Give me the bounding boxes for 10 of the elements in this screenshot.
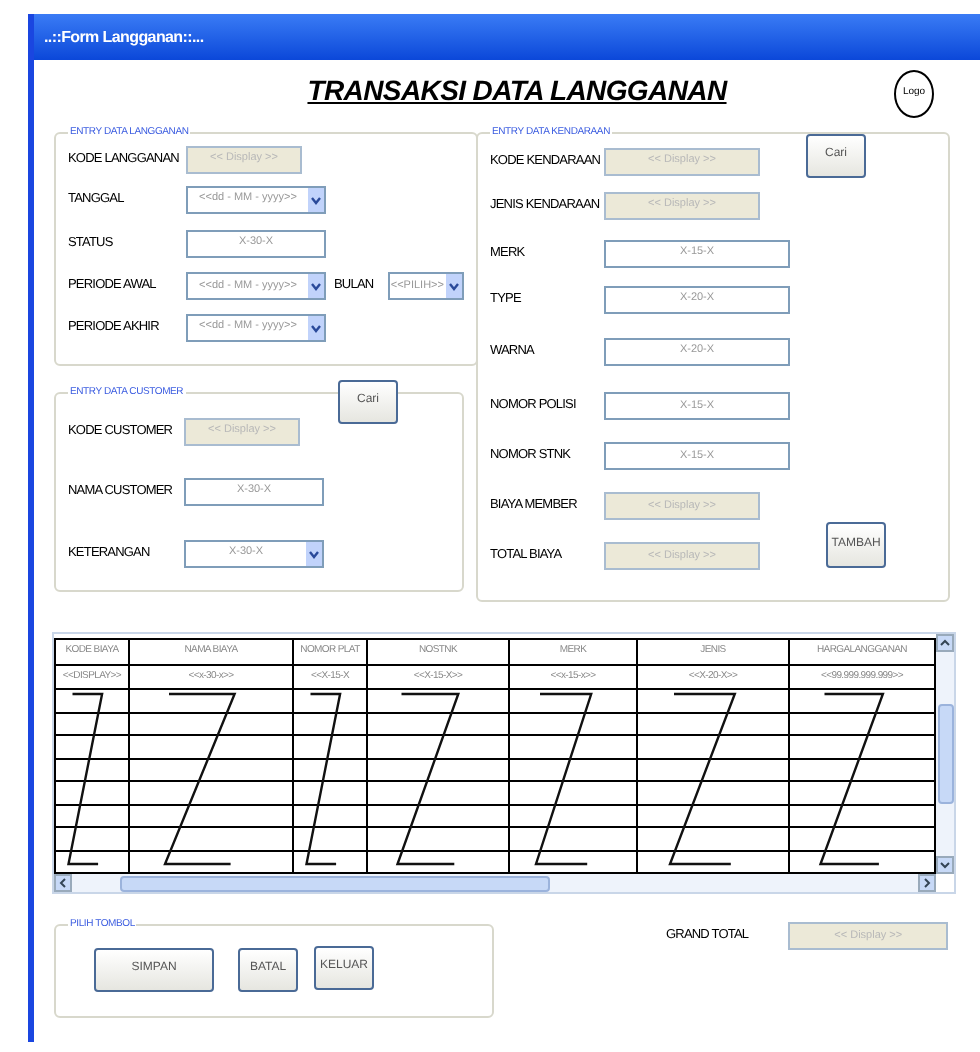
- window-title: ..::Form Langganan::...: [44, 25, 204, 49]
- scroll-up-icon[interactable]: [936, 634, 954, 652]
- scrollbar-thumb[interactable]: [120, 875, 550, 891]
- vertical-scrollbar[interactable]: [936, 634, 954, 874]
- horizontal-scrollbar[interactable]: [54, 874, 936, 892]
- scroll-down-icon[interactable]: [936, 856, 954, 874]
- scroll-right-icon[interactable]: [918, 874, 936, 892]
- page-heading: TRANSAKSI DATA LANGGANAN: [307, 72, 727, 110]
- scroll-left-icon[interactable]: [54, 874, 72, 892]
- scrollbar-thumb[interactable]: [937, 704, 953, 804]
